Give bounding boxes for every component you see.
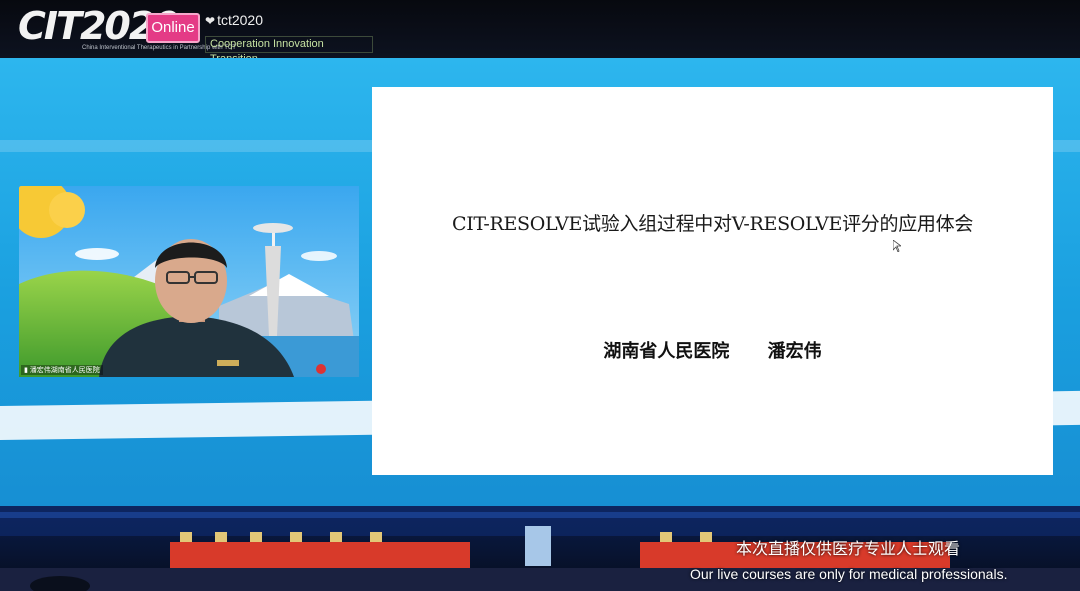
mouse-cursor-icon xyxy=(893,240,901,252)
notice-english: Our live courses are only for medical pr… xyxy=(690,566,1008,582)
slide-title: CIT-RESOLVE试验入组过程中对V-RESOLVE评分的应用体会 xyxy=(451,213,974,235)
tct-logo: ❤ tct2020 xyxy=(205,12,263,28)
notice-chinese: 本次直播仅供医疗专业人士观看 xyxy=(736,539,961,558)
webcam-scene xyxy=(19,186,359,377)
speaker-webcam[interactable]: ▮ 潘宏伟湖南省人民医院 xyxy=(19,186,359,377)
speaker-name-text: 潘宏伟湖南省人民医院 xyxy=(29,367,100,374)
slide-author-line: 湖南省人民医院 潘宏伟 xyxy=(372,337,1053,363)
tagline: Cooperation Innovation Transition xyxy=(205,36,373,65)
signal-bars-icon: ▮ xyxy=(24,367,28,374)
heart-icon: ❤ xyxy=(205,14,216,28)
presentation-slide: CIT-RESOLVE试验入组过程中对V-RESOLVE评分的应用体会 湖南省人… xyxy=(372,87,1053,475)
hospital-name: 湖南省人民医院 xyxy=(603,341,730,362)
top-header-bar: CIT2020 China Interventional Therapeutic… xyxy=(0,0,1080,65)
presenter-name: 潘宏伟 xyxy=(767,341,822,362)
speaker-name-label: ▮ 潘宏伟湖南省人民医院 xyxy=(21,365,103,375)
online-badge: Online xyxy=(146,13,200,43)
tct-logo-text: tct2020 xyxy=(217,12,263,28)
